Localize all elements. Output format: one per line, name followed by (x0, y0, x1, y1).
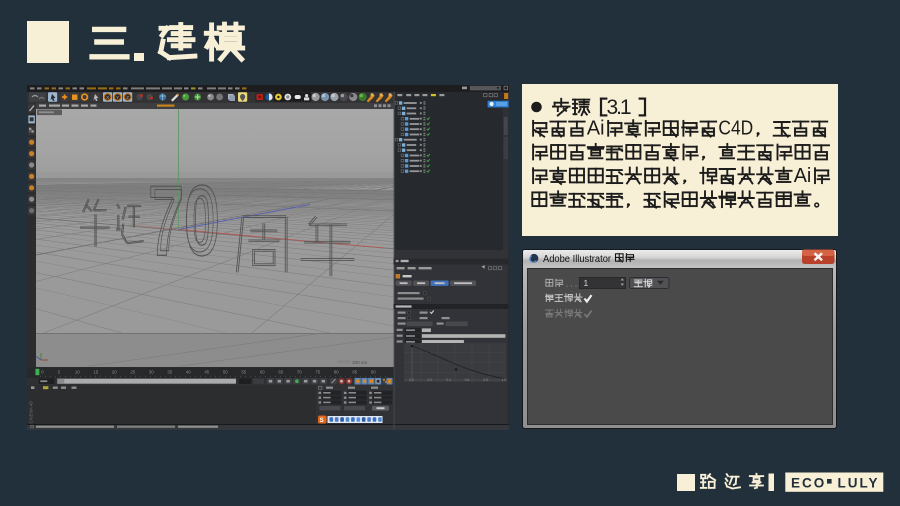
svg-text:35: 35 (167, 370, 172, 375)
svg-text:Y: Y (116, 95, 119, 100)
svg-text:1.0: 1.0 (502, 378, 507, 382)
svg-text:1: 1 (583, 278, 588, 288)
svg-text:S: S (320, 418, 324, 424)
svg-text:Ai: Ai (586, 118, 604, 140)
svg-text:60: 60 (260, 370, 265, 375)
svg-text:5: 5 (58, 370, 61, 375)
svg-text:0.8: 0.8 (483, 378, 488, 382)
svg-text:80: 80 (334, 370, 339, 375)
svg-text:C4D: C4D (718, 118, 753, 140)
svg-text:ECO: ECO (791, 476, 826, 491)
svg-text:70: 70 (153, 170, 216, 270)
svg-text:. . .: . . . (566, 280, 577, 289)
svg-text:40: 40 (186, 370, 191, 375)
svg-text:0.0: 0.0 (409, 378, 414, 382)
svg-text:Z: Z (126, 95, 129, 100)
svg-text:65: 65 (278, 370, 283, 375)
svg-text:20: 20 (112, 370, 117, 375)
svg-text:0.6: 0.6 (465, 378, 470, 382)
svg-text:85: 85 (352, 370, 357, 375)
svg-text:X: X (106, 95, 109, 100)
svg-text:LULY: LULY (837, 476, 879, 491)
svg-text:90: 90 (371, 370, 376, 375)
svg-text:15: 15 (93, 370, 98, 375)
svg-text:100 cm: 100 cm (352, 360, 367, 365)
svg-text:Ai: Ai (793, 165, 811, 187)
svg-text:50: 50 (223, 370, 228, 375)
svg-text:55: 55 (241, 370, 246, 375)
svg-text:70: 70 (297, 370, 302, 375)
svg-text:30: 30 (149, 370, 154, 375)
svg-text:25: 25 (130, 370, 135, 375)
svg-text:75: 75 (315, 370, 320, 375)
svg-text:3.1: 3.1 (606, 96, 631, 119)
svg-text:10: 10 (75, 370, 80, 375)
svg-text:45: 45 (204, 370, 209, 375)
svg-text:0.2: 0.2 (428, 378, 433, 382)
svg-text:0.4: 0.4 (446, 378, 451, 382)
svg-text:0: 0 (41, 370, 44, 375)
svg-text:CINEMA 4D: CINEMA 4D (29, 401, 34, 424)
svg-text:Adobe Illustrator: Adobe Illustrator (543, 254, 612, 265)
